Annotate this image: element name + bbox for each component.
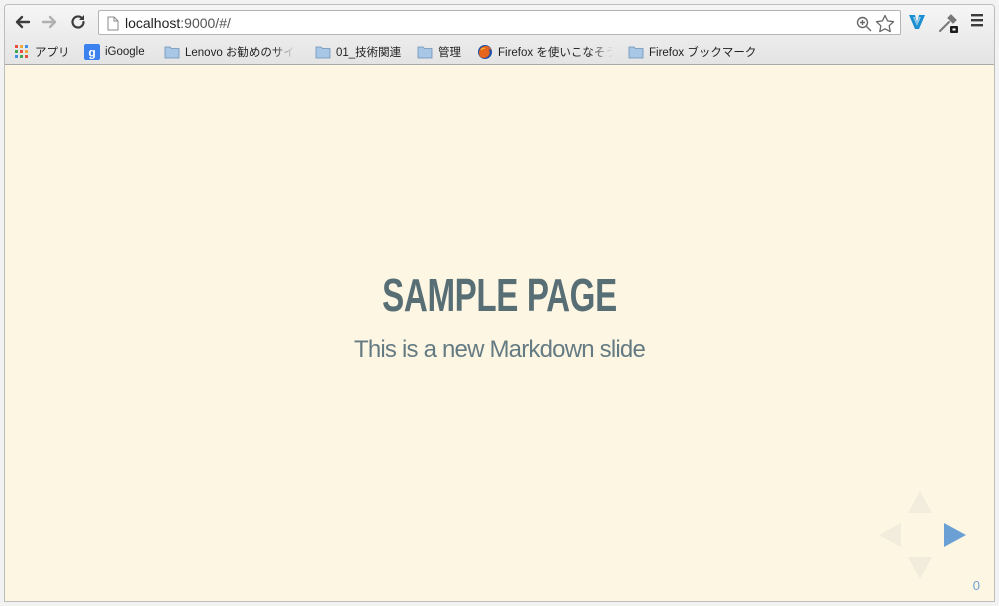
bookmark-firefox-guide[interactable]: Firefox を使いこなそう: [477, 43, 613, 61]
reload-button[interactable]: [67, 11, 89, 33]
slide-number: 0: [972, 578, 980, 593]
bookmark-label: アプリ: [35, 47, 70, 59]
bookmark-label: 01_技術関連: [336, 47, 402, 59]
browser-window: localhost:9000/#/ アプリ g iGoogle Lenovo お…: [4, 4, 995, 602]
extension-v-button[interactable]: [907, 12, 929, 34]
menu-button[interactable]: [969, 12, 991, 34]
zoom-icon[interactable]: [856, 16, 872, 32]
bookmark-apps[interactable]: アプリ: [14, 43, 70, 61]
slide-title: SAMPLE PAGE: [382, 269, 617, 321]
bookmark-label: Firefox を使いこなそう: [498, 47, 613, 59]
forward-button[interactable]: [39, 11, 61, 33]
reload-icon: [71, 15, 85, 29]
bookmark-tech[interactable]: 01_技術関連: [315, 43, 401, 61]
nav-up-arrow-icon[interactable]: [908, 491, 932, 513]
bookmark-label: 管理: [438, 47, 461, 59]
bookmark-star-icon[interactable]: [875, 14, 895, 33]
bookmark-igoogle[interactable]: g iGoogle: [84, 43, 145, 61]
nav-down-arrow-icon[interactable]: [908, 557, 932, 579]
svg-text:g: g: [88, 46, 95, 60]
folder-icon: [164, 46, 180, 59]
presentation-slide: SAMPLE PAGE This is a new Markdown slide…: [5, 66, 994, 601]
nav-left-arrow-icon[interactable]: [879, 523, 901, 547]
slide-navigation-controls: [873, 486, 973, 586]
back-button[interactable]: [11, 11, 33, 33]
folder-icon: [315, 46, 331, 59]
url-host: localhost: [125, 15, 181, 31]
bookmark-firefox-bookmarks[interactable]: Firefox ブックマーク: [628, 43, 756, 61]
bookmark-admin[interactable]: 管理: [417, 43, 461, 61]
bookmark-label: Lenovo お勧めのサイ: [185, 47, 295, 59]
browser-toolbar: localhost:9000/#/: [5, 5, 994, 39]
apps-grid-icon: [15, 45, 28, 58]
back-arrow-icon: [15, 15, 31, 29]
slide-subtitle: This is a new Markdown slide: [353, 336, 646, 363]
bookmark-label: Firefox ブックマーク: [649, 47, 757, 59]
bookmark-label: iGoogle: [105, 46, 145, 58]
bookmark-lenovo[interactable]: Lenovo お勧めのサイ: [164, 43, 300, 61]
hamburger-menu-icon: [971, 14, 983, 27]
nav-right-arrow-icon[interactable]: [944, 523, 966, 547]
address-bar[interactable]: localhost:9000/#/: [98, 10, 901, 35]
eyedropper-extension-button[interactable]: [937, 12, 959, 34]
forward-arrow-icon: [41, 15, 57, 29]
vimium-icon: [909, 15, 925, 29]
bookmarks-bar: アプリ g iGoogle Lenovo お勧めのサイ 01_技術関連 管理 F…: [5, 39, 994, 65]
eyedropper-icon: [939, 14, 958, 33]
url-path: :9000/#/: [180, 15, 231, 31]
folder-icon: [417, 46, 433, 59]
url-text: localhost:9000/#/: [125, 15, 231, 31]
folder-icon: [628, 46, 644, 59]
firefox-icon: [478, 45, 492, 59]
google-icon: g: [84, 44, 100, 60]
page-icon: [107, 16, 119, 31]
